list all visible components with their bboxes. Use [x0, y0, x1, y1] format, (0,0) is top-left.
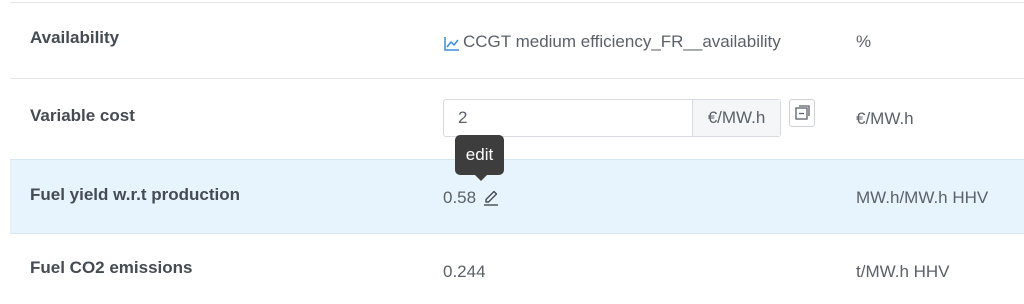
fuel-co2-unit: t/MW.h HHV: [856, 262, 950, 281]
fuel-co2-label: Fuel CO2 emissions: [30, 258, 193, 277]
fuel-yield-label: Fuel yield w.r.t production: [30, 185, 240, 204]
line-chart-icon: [444, 37, 459, 51]
fuel-yield-value: 0.58: [443, 188, 477, 207]
edit-tooltip-text: edit: [465, 145, 494, 164]
fuel-yield-unit: MW.h/MW.h HHV: [856, 188, 989, 207]
availability-unit: %: [856, 32, 872, 51]
variable-cost-input[interactable]: [444, 100, 692, 136]
parameter-table: Availability CCGT medium efficiency_FR__…: [0, 0, 1024, 304]
pencil-icon: [484, 190, 499, 206]
row-fuel-yield: Fuel yield w.r.t production 0.58 MW.h/MW…: [10, 159, 1024, 234]
availability-series-link[interactable]: CCGT medium efficiency_FR__availability: [443, 32, 781, 51]
edit-button[interactable]: [482, 189, 500, 212]
copy-button[interactable]: [789, 99, 815, 127]
variable-cost-unit-addon: €/MW.h: [692, 100, 780, 136]
variable-cost-unit: €/MW.h: [856, 109, 914, 128]
row-availability: Availability CCGT medium efficiency_FR__…: [10, 3, 1024, 78]
fuel-yield-value-cell: 0.58: [443, 188, 500, 212]
fuel-co2-value: 0.244: [443, 262, 486, 281]
variable-cost-input-group: €/MW.h: [443, 99, 781, 137]
availability-label: Availability: [30, 28, 120, 47]
row-variable-cost: Variable cost €/MW.h €/MW.h: [10, 79, 1024, 159]
availability-value: CCGT medium efficiency_FR__availability: [443, 32, 781, 52]
availability-series-name: CCGT medium efficiency_FR__availability: [463, 32, 781, 51]
copy-icon: [795, 105, 810, 120]
variable-cost-label: Variable cost: [30, 106, 135, 125]
edit-tooltip: edit: [455, 135, 504, 181]
row-fuel-co2: Fuel CO2 emissions 0.244 t/MW.h HHV: [10, 234, 1024, 304]
